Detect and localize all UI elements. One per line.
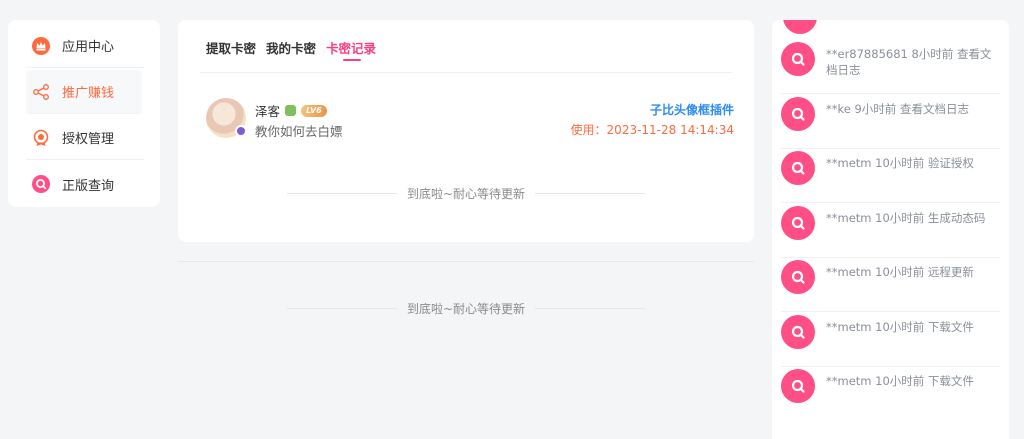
- nav-item-authorization[interactable]: 授权管理: [26, 116, 144, 160]
- vip-badge-icon: [235, 125, 247, 137]
- search-circle-icon: [781, 369, 815, 403]
- share-icon: [32, 83, 50, 101]
- crown-icon: [32, 36, 50, 55]
- search-circle-icon: [783, 20, 817, 34]
- page-end-note-text: 到底啦~耐心等待更新: [406, 302, 526, 316]
- feed-item-text: **metm 10小时前 验证授权: [826, 156, 974, 170]
- section-divider: [178, 261, 754, 262]
- search-circle-icon: [781, 260, 815, 294]
- feed-item-text: **metm 10小时前 生成动态码: [826, 211, 986, 225]
- search-circle-icon: [781, 315, 815, 349]
- feed-item[interactable]: **ke 9小时前 查看文档日志: [781, 95, 1000, 149]
- plugin-link[interactable]: 子比头像框插件: [650, 101, 734, 118]
- end-note: 到底啦~耐心等待更新: [178, 185, 754, 202]
- feed-item[interactable]: **metm 10小时前 下载文件: [781, 367, 1000, 421]
- nav-label: 授权管理: [62, 132, 115, 147]
- medal-icon: [285, 105, 297, 116]
- feed-item[interactable]: **metm 10小时前 远程更新: [781, 258, 1000, 312]
- feed-item[interactable]: **metm 10小时前 生成动态码: [781, 204, 1000, 258]
- nav-label: 推广赚钱: [62, 86, 115, 101]
- badge-icon: [32, 129, 50, 147]
- tab-bar: 提取卡密 我的卡密 卡密记录: [206, 40, 386, 62]
- record-row: 泽客 LV6 教你如何去白嫖 子比头像框插件 使用：2023-11-28 14:…: [206, 98, 734, 140]
- used-time: 使用：2023-11-28 14:14:34: [570, 123, 734, 137]
- nav-label: 应用中心: [62, 40, 115, 55]
- feed-item[interactable]: **er87885681 8小时前 查看文档日志: [781, 40, 1000, 94]
- nav-item-genuine-check[interactable]: 正版查询: [26, 162, 144, 206]
- search-circle-icon: [781, 42, 815, 76]
- divider: [535, 308, 646, 309]
- level-badge: LV6: [301, 104, 327, 117]
- feed-item-text: **metm 10小时前 下载文件: [826, 320, 974, 334]
- user-description: 教你如何去白嫖: [255, 124, 343, 139]
- tab-divider: [200, 72, 732, 73]
- divider: [535, 193, 646, 194]
- divider: [286, 308, 397, 309]
- feed-item[interactable]: **metm 10小时前 验证授权: [781, 149, 1000, 203]
- feed-item-text: **er87885681 8小时前 查看文档日志: [826, 47, 992, 77]
- search-circle-icon: [781, 97, 815, 131]
- feed-item-text: **ke 9小时前 查看文档日志: [826, 102, 969, 116]
- user-name-row: 泽客 LV6: [255, 101, 327, 120]
- side-nav: 应用中心 推广赚钱 授权管理 正版查询: [8, 20, 160, 207]
- activity-feed: **er87885681 8小时前 查看文档日志 **ke 9小时前 查看文档日…: [772, 20, 1009, 439]
- feed-item-text: **metm 10小时前 远程更新: [826, 265, 974, 279]
- search-circle-icon: [781, 206, 815, 240]
- search-circle-icon: [32, 175, 50, 193]
- feed-item-text: **metm 10小时前 下载文件: [826, 374, 974, 388]
- tab-my-cards[interactable]: 我的卡密: [266, 40, 316, 62]
- tab-card-records[interactable]: 卡密记录: [326, 40, 376, 62]
- user-name[interactable]: 泽客: [255, 101, 280, 120]
- end-note-text: 到底啦~耐心等待更新: [406, 187, 526, 201]
- search-circle-icon: [781, 151, 815, 185]
- card-records-panel: 提取卡密 我的卡密 卡密记录 泽客 LV6 教你如何去白嫖 子比头像框插件 使用…: [178, 20, 754, 242]
- nav-item-promote[interactable]: 推广赚钱: [26, 70, 142, 114]
- tab-extract-card[interactable]: 提取卡密: [206, 40, 256, 62]
- feed-item[interactable]: **metm 10小时前 下载文件: [781, 313, 1000, 367]
- page-end-note: 到底啦~耐心等待更新: [178, 300, 754, 317]
- nav-label: 正版查询: [62, 178, 115, 194]
- nav-item-app-center[interactable]: 应用中心: [26, 24, 144, 68]
- divider: [286, 193, 397, 194]
